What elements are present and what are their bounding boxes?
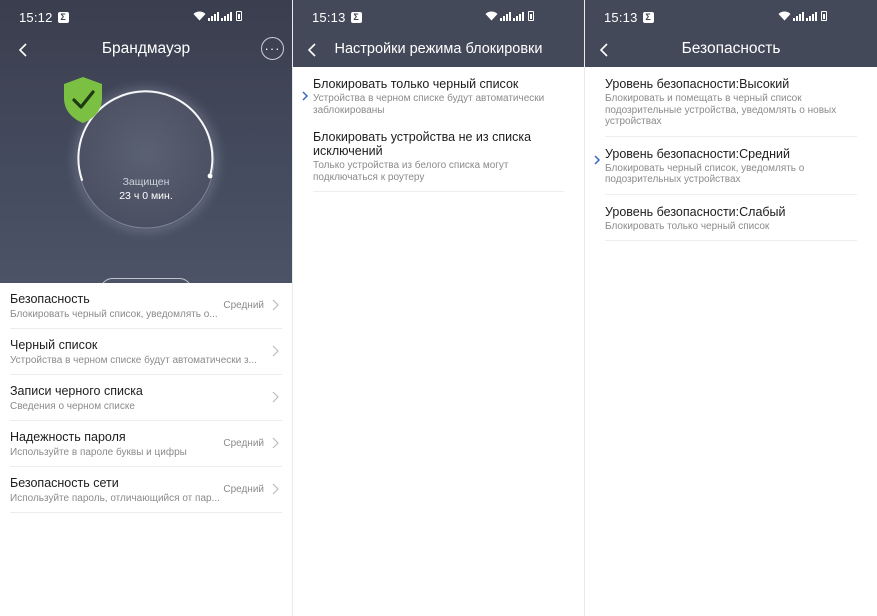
signal-icon xyxy=(208,12,219,21)
signal-icon xyxy=(793,12,804,21)
shield-check-icon xyxy=(64,77,102,123)
item-subtitle: Блокировать черный список, уведомлять о.… xyxy=(10,309,218,320)
protection-label: Защищен xyxy=(122,176,170,188)
protection-ring: Защищен 23 ч 0 мин. xyxy=(62,76,230,244)
more-icon[interactable]: ··· xyxy=(261,37,284,60)
item-title: Надежность пароля xyxy=(10,430,126,444)
battery-icon xyxy=(821,11,827,21)
item-value: Средний xyxy=(223,438,264,449)
chevron-right-icon xyxy=(272,299,279,311)
system-icons xyxy=(485,11,534,21)
option-title: Уровень безопасности:Средний xyxy=(605,146,790,161)
nav-bar: Безопасность xyxy=(585,34,877,64)
battery-icon xyxy=(528,11,534,21)
selected-indicator-icon xyxy=(594,154,601,165)
item-title: Записи черного списка xyxy=(10,384,143,398)
firewall-screen: 15:12 Σ Брандмауэр ··· Защищен 23 ч 0 ми… xyxy=(0,0,292,616)
system-icons xyxy=(778,11,827,21)
option-title: Блокировать устройства не из списка искл… xyxy=(313,130,532,158)
signal-icon-2 xyxy=(221,12,232,21)
firewall-header: 15:12 Σ Брандмауэр ··· Защищен 23 ч 0 ми… xyxy=(0,0,292,303)
status-time: 15:13 xyxy=(312,9,346,25)
option-subtitle: Только устройства из белого списка могут… xyxy=(313,160,509,183)
item-value: Средний xyxy=(223,300,264,311)
item-subtitle: Сведения о черном списке xyxy=(10,401,135,412)
chevron-right-icon xyxy=(272,391,279,403)
item-title: Черный список xyxy=(10,338,98,352)
page-title: Безопасность xyxy=(681,40,781,57)
nav-bar: Брандмауэр ··· xyxy=(0,34,292,64)
chevron-right-icon xyxy=(272,437,279,449)
sim-icon: Σ xyxy=(350,11,362,23)
chevron-right-icon xyxy=(272,483,279,495)
security-level-screen: 15:13 Σ Безопасность Уровень безопасност… xyxy=(585,0,877,616)
list-item-password-strength[interactable]: Надежность пароля Используйте в пароле б… xyxy=(10,421,282,467)
item-subtitle: Используйте в пароле буквы и цифры xyxy=(10,447,187,458)
item-subtitle: Используйте пароль, отличающийся от пар.… xyxy=(10,493,220,504)
status-time: 15:12 xyxy=(19,9,53,25)
status-time: 15:13 xyxy=(604,9,638,25)
back-arrow-icon[interactable] xyxy=(303,40,323,60)
option-subtitle: Блокировать и помещать в черный список п… xyxy=(605,93,837,127)
security-header: 15:13 Σ Безопасность xyxy=(585,0,877,67)
status-bar: 15:12 Σ xyxy=(0,0,292,34)
option-level-low[interactable]: Уровень безопасности:Слабый Блокировать … xyxy=(585,205,877,233)
battery-icon xyxy=(236,11,242,21)
page-title: Брандмауэр xyxy=(101,40,191,57)
option-title: Блокировать только черный список xyxy=(313,77,519,91)
block-mode-header: 15:13 Σ Настройки режима блокировки xyxy=(293,0,584,67)
protection-status: Защищен 23 ч 0 мин. Отключить xyxy=(0,64,292,303)
option-whitelist-only[interactable]: Блокировать устройства не из списка искл… xyxy=(293,130,584,183)
option-title: Уровень безопасности:Слабый xyxy=(605,204,786,219)
list-item-network-security[interactable]: Безопасность сети Используйте пароль, от… xyxy=(10,467,282,513)
list-item-security[interactable]: Безопасность Блокировать черный список, … xyxy=(10,283,282,329)
sim-icon: Σ xyxy=(57,11,69,23)
signal-icon-2 xyxy=(513,12,524,21)
option-level-medium[interactable]: Уровень безопасности:Средний Блокировать… xyxy=(585,147,877,186)
list-item-blacklist-records[interactable]: Записи черного списка Сведения о черном … xyxy=(10,375,282,421)
list-item-blacklist[interactable]: Черный список Устройства в черном списке… xyxy=(10,329,282,375)
signal-icon xyxy=(500,12,511,21)
settings-list: Безопасность Блокировать черный список, … xyxy=(0,283,292,513)
sim-icon: Σ xyxy=(642,11,654,23)
list-divider xyxy=(313,191,564,192)
selected-indicator-icon xyxy=(302,91,309,101)
status-bar: 15:13 Σ xyxy=(585,0,877,34)
chevron-right-icon xyxy=(272,345,279,357)
protection-time: 23 ч 0 мин. xyxy=(119,190,173,202)
option-level-high[interactable]: Уровень безопасности:Высокий Блокировать… xyxy=(585,77,877,128)
back-arrow-icon[interactable] xyxy=(595,40,615,60)
option-blacklist-only[interactable]: Блокировать только черный список Устройс… xyxy=(293,77,584,116)
wifi-icon xyxy=(485,11,498,21)
item-title: Безопасность сети xyxy=(10,476,119,490)
item-value: Средний xyxy=(223,484,264,495)
option-subtitle: Устройства в черном списке будут автомат… xyxy=(313,93,545,116)
page-title: Настройки режима блокировки xyxy=(334,41,543,57)
block-mode-screen: 15:13 Σ Настройки режима блокировки Блок… xyxy=(293,0,584,616)
option-title: Уровень безопасности:Высокий xyxy=(605,77,790,91)
signal-icon-2 xyxy=(806,12,817,21)
wifi-icon xyxy=(193,11,206,21)
list-divider xyxy=(605,240,857,241)
option-subtitle: Блокировать черный список, уведомлять о … xyxy=(605,162,805,186)
nav-bar: Настройки режима блокировки xyxy=(293,34,584,64)
system-icons xyxy=(193,11,242,21)
item-subtitle: Устройства в черном списке будут автомат… xyxy=(10,355,257,366)
wifi-icon xyxy=(778,11,791,21)
option-subtitle: Блокировать только черный список xyxy=(605,220,770,232)
back-arrow-icon[interactable] xyxy=(14,40,34,60)
item-title: Безопасность xyxy=(10,292,90,306)
status-bar: 15:13 Σ xyxy=(293,0,584,34)
